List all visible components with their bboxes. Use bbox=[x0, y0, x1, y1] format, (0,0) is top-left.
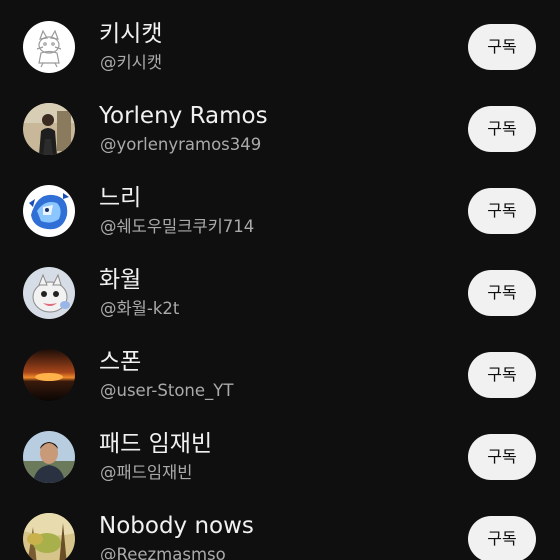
subscribe-button[interactable]: 구독 bbox=[468, 188, 536, 234]
forest-icon bbox=[23, 513, 75, 560]
channel-avatar[interactable] bbox=[23, 349, 75, 401]
subscribe-button[interactable]: 구독 bbox=[468, 352, 536, 398]
channel-name[interactable]: Yorleny Ramos bbox=[99, 102, 268, 130]
subscription-channel-list: 키시캣 @키시캣 구독 Yorleny Ramos @yorlenyramos3… bbox=[0, 0, 560, 560]
channel-handle: @Reezmasmso bbox=[100, 545, 226, 560]
channel-handle: @user-Stone_YT bbox=[100, 381, 234, 400]
blue-character-icon bbox=[23, 185, 75, 237]
channel-row[interactable]: 패드 임재빈 @패드임재빈 구독 bbox=[0, 416, 560, 498]
channel-row[interactable]: 스폰 @user-Stone_YT 구독 bbox=[0, 334, 560, 416]
channel-handle: @키시캣 bbox=[100, 53, 163, 72]
channel-name[interactable]: 느리 bbox=[99, 184, 141, 212]
channel-name[interactable]: 키시캣 bbox=[99, 20, 162, 48]
person-photo-icon bbox=[23, 103, 75, 155]
channel-row[interactable]: 느리 @쉐도우밀크쿠키714 구독 bbox=[0, 170, 560, 252]
cat-sketch-icon bbox=[23, 21, 75, 73]
channel-avatar[interactable] bbox=[23, 21, 75, 73]
channel-row[interactable]: Nobody nows @Reezmasmso 구독 bbox=[0, 498, 560, 560]
subscribe-button[interactable]: 구독 bbox=[468, 106, 536, 152]
channel-row[interactable]: 화월 @화월-k2t 구독 bbox=[0, 252, 560, 334]
subscribe-button[interactable]: 구독 bbox=[468, 434, 536, 480]
channel-name[interactable]: 스폰 bbox=[99, 348, 141, 376]
channel-handle: @yorlenyramos349 bbox=[100, 135, 262, 154]
sunset-icon bbox=[23, 349, 75, 401]
channel-name[interactable]: 화월 bbox=[99, 266, 141, 294]
channel-name[interactable]: 패드 임재빈 bbox=[99, 430, 212, 458]
channel-handle: @패드임재빈 bbox=[100, 463, 193, 482]
channel-avatar[interactable] bbox=[23, 267, 75, 319]
cartoon-creature-icon bbox=[23, 267, 75, 319]
subscribe-button[interactable]: 구독 bbox=[468, 516, 536, 560]
channel-avatar[interactable] bbox=[23, 513, 75, 560]
channel-row[interactable]: 키시캣 @키시캣 구독 bbox=[0, 6, 560, 88]
channel-row[interactable]: Yorleny Ramos @yorlenyramos349 구독 bbox=[0, 88, 560, 170]
man-photo-icon bbox=[23, 431, 75, 483]
channel-avatar[interactable] bbox=[23, 103, 75, 155]
channel-avatar[interactable] bbox=[23, 431, 75, 483]
channel-handle: @화월-k2t bbox=[100, 299, 180, 318]
channel-name[interactable]: Nobody nows bbox=[99, 512, 254, 540]
subscribe-button[interactable]: 구독 bbox=[468, 24, 536, 70]
subscribe-button[interactable]: 구독 bbox=[468, 270, 536, 316]
channel-handle: @쉐도우밀크쿠키714 bbox=[100, 217, 255, 236]
channel-avatar[interactable] bbox=[23, 185, 75, 237]
